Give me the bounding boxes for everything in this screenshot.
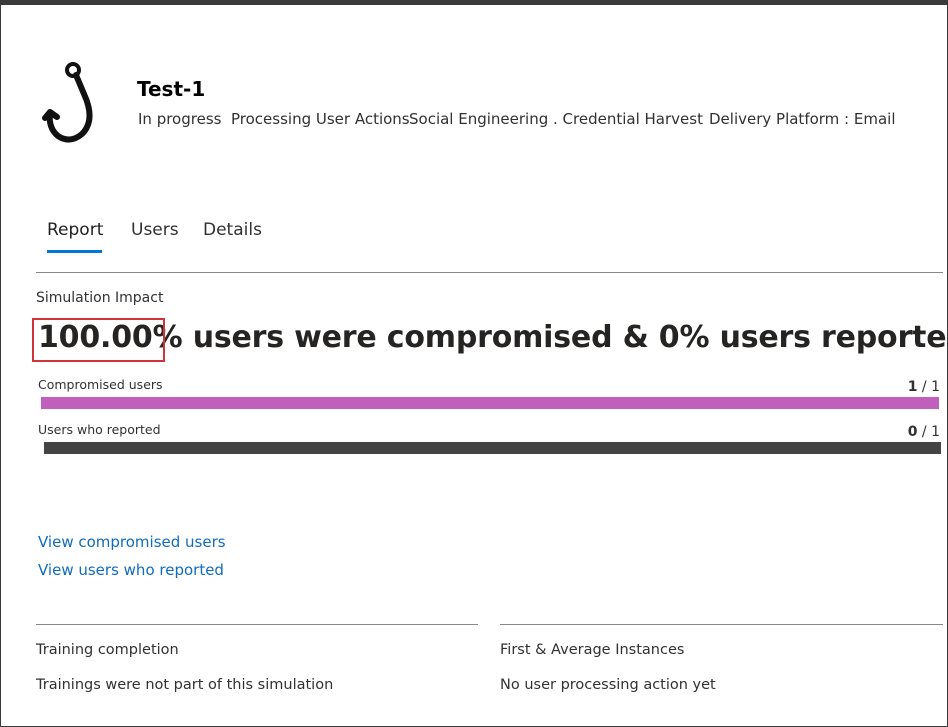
compromised-users-label: Compromised users [38, 377, 163, 392]
training-card-divider [36, 624, 478, 625]
simulation-title: Test-1 [137, 77, 206, 101]
training-completion-text: Trainings were not part of this simulati… [36, 677, 334, 693]
compromised-users-count: 1 / 1 [907, 379, 940, 395]
tab-users[interactable]: Users [131, 220, 179, 240]
tabs-divider [36, 272, 943, 273]
status-text: In progress [138, 110, 222, 128]
tab-details[interactable]: Details [203, 220, 262, 240]
platform-text: Delivery Platform : Email [709, 110, 896, 128]
processing-text: Processing User Actions [231, 110, 410, 128]
compromised-users-bar-fill [41, 397, 939, 409]
instances-card-divider [500, 624, 943, 625]
compromised-users-bar [41, 397, 939, 409]
instances-title: First & Average Instances [500, 642, 685, 658]
active-tab-indicator [47, 250, 102, 253]
technique-text: Social Engineering . Credential Harvest [409, 110, 703, 128]
percent-highlight-box [32, 318, 165, 362]
view-compromised-users-link[interactable]: View compromised users [38, 533, 226, 551]
impact-headline-rest: users were compromised & 0% users report… [192, 320, 948, 355]
tab-report[interactable]: Report [47, 220, 103, 240]
instances-text: No user processing action yet [500, 677, 716, 693]
training-completion-title: Training completion [36, 642, 179, 658]
impact-section-title: Simulation Impact [36, 290, 164, 306]
view-reported-users-link[interactable]: View users who reported [38, 561, 224, 579]
reported-users-bar [44, 442, 941, 454]
phishing-hook-icon [42, 62, 93, 143]
reported-users-label: Users who reported [38, 422, 161, 437]
reported-users-count: 0 / 1 [907, 424, 940, 440]
impact-headline: 100.00% users were compromised & 0% user… [38, 320, 948, 355]
